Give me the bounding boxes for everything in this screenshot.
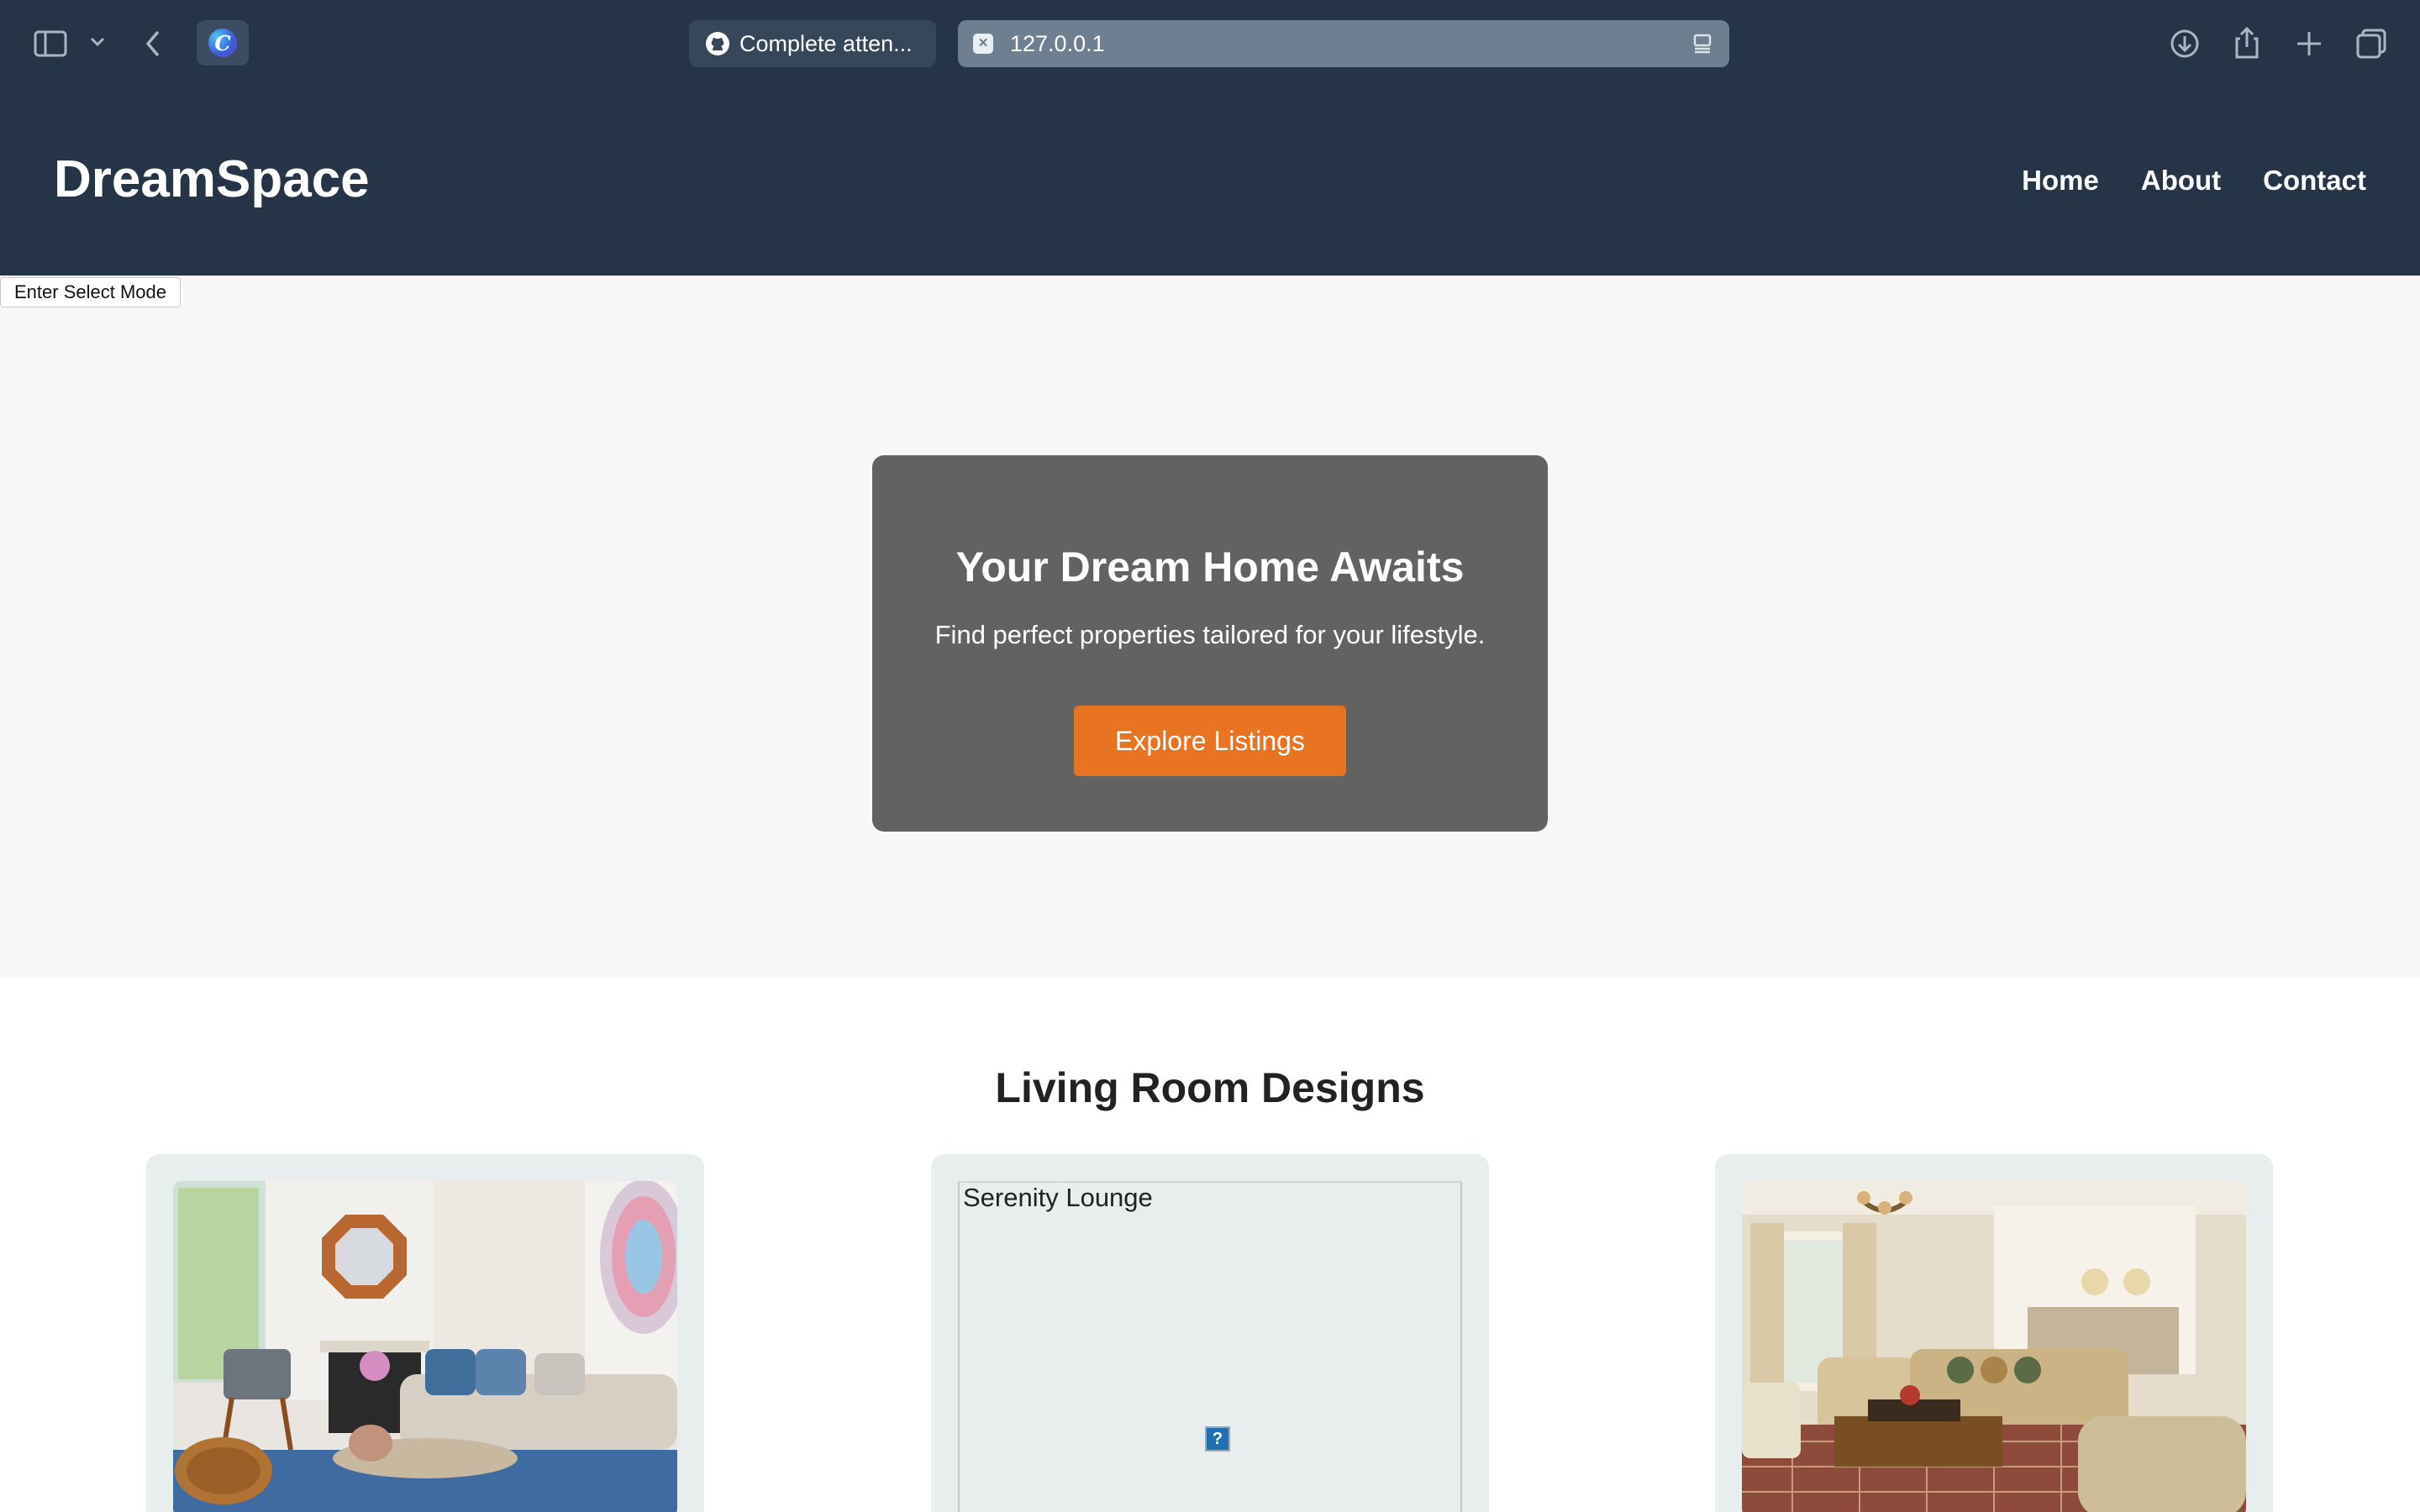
share-icon[interactable]: [2228, 24, 2265, 62]
broken-image-icon: ?: [1205, 1426, 1230, 1452]
back-arrow-icon[interactable]: [139, 25, 168, 62]
extension-logo-icon: C: [208, 29, 237, 57]
design-card[interactable]: [146, 1154, 704, 1512]
enter-select-mode-button[interactable]: Enter Select Mode: [0, 277, 181, 307]
nav-contact-link[interactable]: Contact: [2263, 165, 2366, 197]
address-bar[interactable]: × 127.0.0.1: [958, 20, 1729, 67]
traditional-living-room-photo: [1742, 1181, 2246, 1512]
new-tab-plus-icon[interactable]: [2291, 25, 2328, 62]
brand-logo[interactable]: DreamSpace: [54, 150, 370, 209]
hero-subtitle: Find perfect properties tailored for you…: [934, 620, 1486, 649]
github-icon: [706, 32, 729, 55]
hero-card: Your Dream Home Awaits Find perfect prop…: [872, 455, 1548, 832]
close-favicon-icon: ×: [973, 34, 993, 54]
tab-label: Complete atten...: [739, 30, 913, 56]
hero-title: Your Dream Home Awaits: [955, 543, 1465, 591]
design-card[interactable]: [1715, 1154, 2273, 1512]
address-text: 127.0.0.1: [1010, 30, 1105, 56]
reader-mode-icon[interactable]: [1691, 32, 1714, 55]
hero-section: Your Dream Home Awaits Find perfect prop…: [0, 276, 2420, 978]
tab-overview-icon[interactable]: [2353, 25, 2390, 62]
extension-button[interactable]: C: [197, 20, 249, 66]
main-nav: Home About Contact: [2022, 165, 2366, 197]
chevron-down-icon[interactable]: [87, 32, 108, 52]
nav-home-link[interactable]: Home: [2022, 165, 2099, 197]
site-header: DreamSpace Home About Contact: [0, 87, 2420, 276]
browser-toolbar: C Complete atten... × 127.0.0.1: [0, 0, 2420, 87]
explore-listings-button[interactable]: Explore Listings: [1074, 706, 1346, 776]
tab-github[interactable]: Complete atten...: [689, 20, 936, 67]
sidebar-toggle-icon[interactable]: [32, 25, 69, 62]
broken-image: Serenity Lounge ?: [958, 1181, 1462, 1512]
nav-about-link[interactable]: About: [2141, 165, 2221, 197]
image-alt-text: Serenity Lounge: [963, 1183, 1153, 1212]
section-title: Living Room Designs: [995, 1064, 1425, 1111]
design-card[interactable]: Serenity Lounge ?: [931, 1154, 1489, 1512]
living-room-photo: [173, 1181, 677, 1512]
download-icon[interactable]: [2166, 25, 2203, 62]
designs-section: Living Room Designs Serenity Lounge ?: [0, 978, 2420, 1512]
